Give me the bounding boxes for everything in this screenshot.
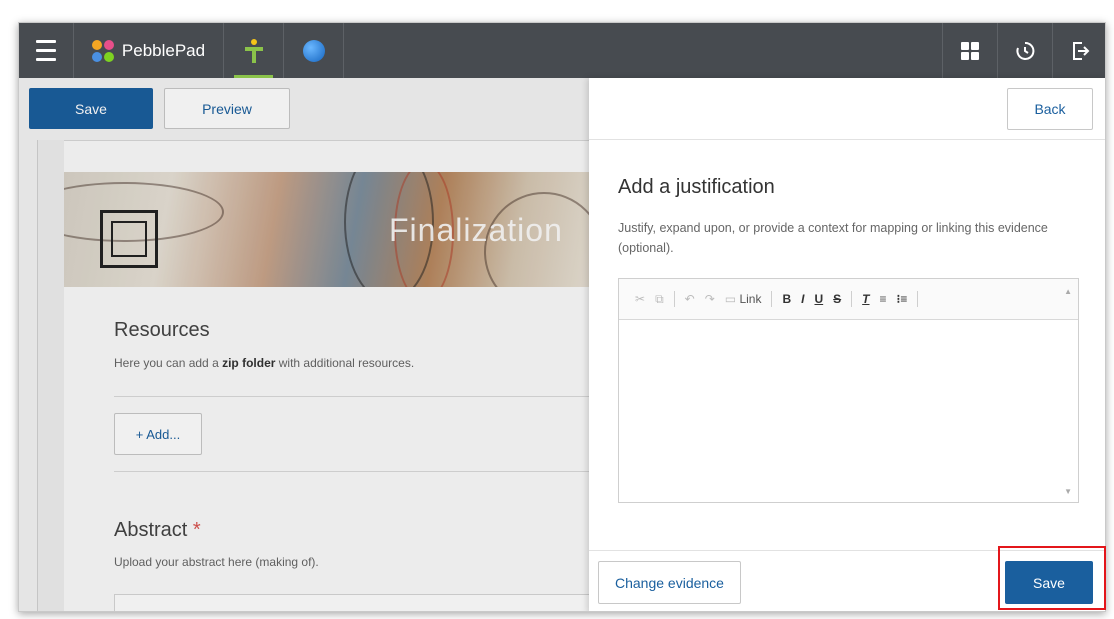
logout-icon bbox=[1073, 41, 1090, 60]
required-marker: * bbox=[192, 519, 201, 541]
banner-frame-logo bbox=[100, 210, 158, 268]
grid-menu-button[interactable] bbox=[942, 23, 997, 78]
panel-description: Justify, expand upon, or provide a conte… bbox=[618, 221, 1048, 255]
justification-input[interactable] bbox=[619, 320, 1078, 502]
hamburger-icon bbox=[36, 37, 56, 64]
grid-icon bbox=[961, 41, 979, 60]
rich-text-toolbar: ✂ ⧉ ↶ ↷ ▭ Link B I U S T ≡ ⁝≡ bbox=[619, 279, 1078, 320]
plus-figure-icon bbox=[244, 38, 263, 63]
editor-save-button[interactable]: Save bbox=[29, 88, 153, 129]
abstract-title: Abstract * bbox=[114, 519, 201, 541]
back-button[interactable]: Back bbox=[1007, 88, 1093, 130]
preview-button[interactable]: Preview bbox=[164, 88, 290, 129]
brand-name: PebblePad bbox=[121, 40, 206, 60]
bold-button[interactable]: B bbox=[782, 292, 791, 306]
change-evidence-button[interactable]: Change evidence bbox=[598, 561, 741, 604]
justification-panel: Back Add a justification Justify, expand… bbox=[589, 78, 1105, 611]
abstract-upload-field[interactable] bbox=[114, 594, 590, 611]
link-icon: ▭ bbox=[724, 292, 737, 306]
abstract-description: Upload your abstract here (making of). bbox=[114, 555, 319, 569]
app-window: PebblePad Save Preview Finalization Reso… bbox=[18, 22, 1106, 612]
copy-icon[interactable]: ⧉ bbox=[655, 292, 664, 307]
strikethrough-button[interactable]: S bbox=[833, 292, 841, 306]
resources-description: Here you can add a zip folder with addit… bbox=[114, 356, 415, 370]
divider bbox=[114, 471, 590, 472]
resource-editor: Save Preview Finalization Resources Here… bbox=[19, 78, 590, 611]
bulleted-list-icon[interactable]: ⁝≡ bbox=[897, 292, 908, 306]
top-navigation-bar: PebblePad bbox=[19, 23, 1105, 78]
undo-icon[interactable]: ↶ bbox=[685, 292, 695, 306]
justification-editor: ✂ ⧉ ↶ ↷ ▭ Link B I U S T ≡ ⁝≡ ▲ ▼ bbox=[618, 278, 1079, 503]
banner-title: Finalization bbox=[389, 212, 563, 248]
page-content: Finalization Resources Here you can add … bbox=[64, 140, 590, 611]
globe-icon bbox=[302, 39, 325, 62]
panel-header: Back bbox=[589, 78, 1105, 140]
history-button[interactable] bbox=[997, 23, 1052, 78]
resources-title: Resources bbox=[114, 319, 210, 341]
add-resource-button[interactable]: + Add... bbox=[114, 413, 202, 455]
editor-canvas: Finalization Resources Here you can add … bbox=[37, 140, 590, 611]
pebblepad-logo-icon bbox=[91, 39, 114, 62]
banner-image: Finalization bbox=[64, 172, 590, 287]
scroll-up-icon[interactable]: ▲ bbox=[1064, 287, 1072, 296]
main-menu-button[interactable] bbox=[19, 23, 74, 78]
underline-button[interactable]: U bbox=[814, 292, 823, 306]
tab-resource-editor[interactable] bbox=[224, 23, 284, 78]
panel-footer: Change evidence Save bbox=[589, 550, 1105, 611]
remove-format-icon[interactable]: T bbox=[862, 292, 869, 306]
panel-title: Add a justification bbox=[618, 176, 775, 198]
numbered-list-icon[interactable]: ≡ bbox=[880, 292, 887, 306]
brand[interactable]: PebblePad bbox=[74, 23, 224, 78]
scroll-down-icon[interactable]: ▼ bbox=[1064, 487, 1072, 496]
divider bbox=[114, 396, 590, 397]
italic-button[interactable]: I bbox=[801, 292, 804, 306]
cut-icon[interactable]: ✂ bbox=[635, 292, 645, 306]
tab-workspace[interactable] bbox=[284, 23, 344, 78]
panel-save-button[interactable]: Save bbox=[1005, 561, 1093, 604]
history-icon bbox=[1016, 41, 1035, 60]
logout-button[interactable] bbox=[1052, 23, 1105, 78]
redo-icon[interactable]: ↷ bbox=[705, 292, 715, 306]
link-button[interactable]: ▭ Link bbox=[725, 292, 762, 306]
